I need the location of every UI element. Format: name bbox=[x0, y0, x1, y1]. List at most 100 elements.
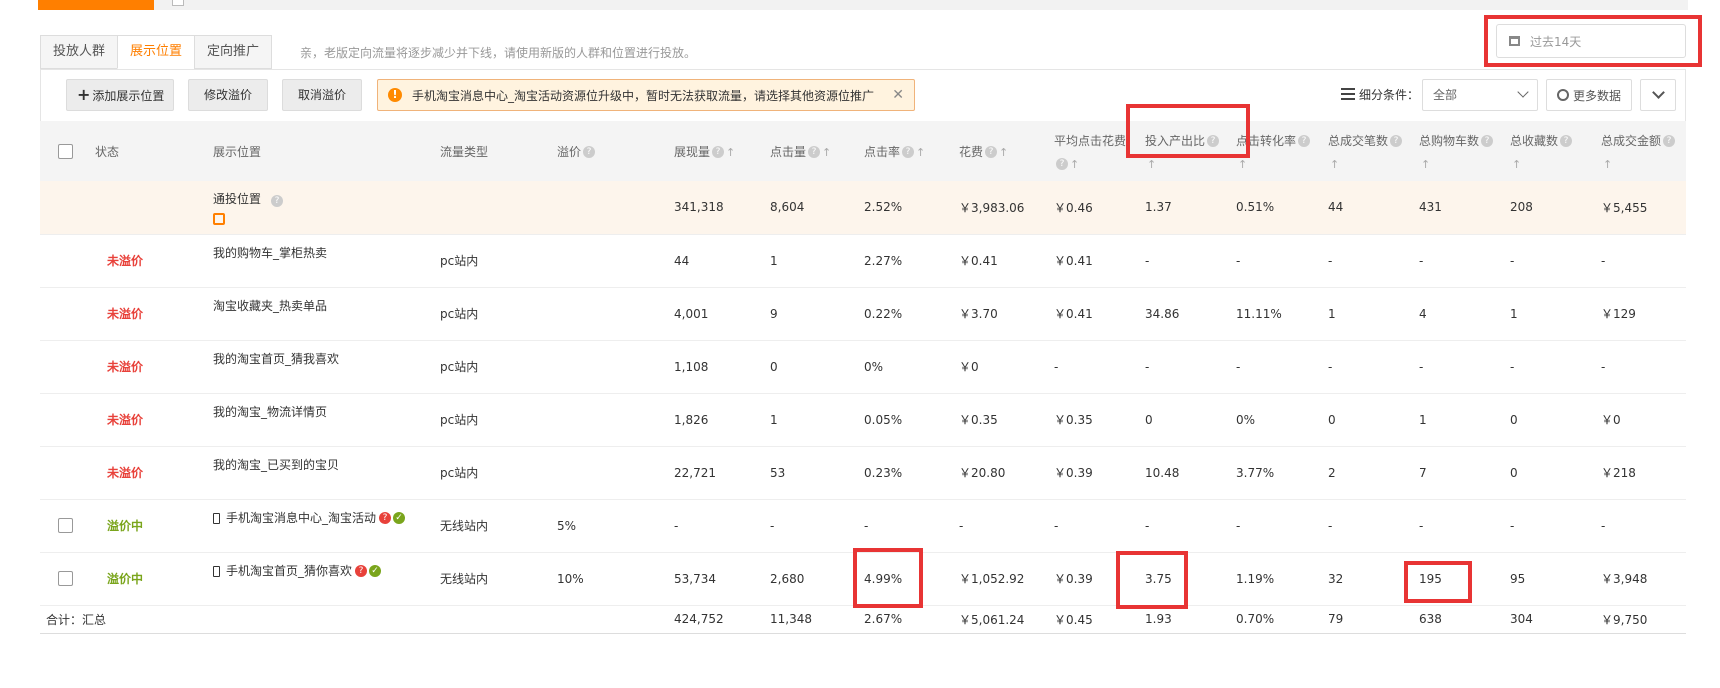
orders-cell: - bbox=[1328, 518, 1333, 533]
help-icon[interactable]: ? bbox=[1207, 135, 1220, 147]
revenue-cell: ￥218 bbox=[1601, 466, 1636, 480]
tab-audience[interactable]: 投放人群 bbox=[40, 35, 119, 69]
more-data-button[interactable]: 更多数据 bbox=[1546, 79, 1632, 111]
toolbar: + 添加展示位置 修改溢价 取消溢价 ! 手机淘宝消息中心_淘宝活动资源位升级中，… bbox=[40, 69, 1686, 121]
help-icon[interactable]: ? bbox=[808, 146, 821, 158]
tab-targeting[interactable]: 定向推广 bbox=[194, 35, 273, 69]
close-icon[interactable]: ✕ bbox=[892, 87, 904, 103]
sort-up-icon[interactable]: ↑ bbox=[1512, 158, 1521, 171]
cvr-cell: 11.11% bbox=[1236, 306, 1282, 321]
tab-bar: 投放人群 展示位置 定向推广 bbox=[40, 35, 273, 69]
sort-up-icon[interactable]: ↑ bbox=[822, 146, 831, 159]
premium-cell[interactable]: 5% bbox=[551, 499, 668, 552]
clicks-cell: 0 bbox=[770, 359, 778, 374]
checkbox-cell bbox=[40, 552, 89, 605]
help-icon[interactable]: ? bbox=[712, 146, 725, 158]
premium-cell[interactable]: 10% bbox=[551, 552, 668, 605]
sort-up-icon[interactable]: ↑ bbox=[1238, 158, 1247, 171]
carts-cell: 4 bbox=[1419, 306, 1427, 321]
ctr-cell: 2.27% bbox=[864, 253, 903, 268]
date-range-value: 过去14天 bbox=[1530, 34, 1582, 49]
impressions-cell: 22,721 bbox=[674, 465, 716, 480]
table-row: 未溢价 我的淘宝首页_猜我喜欢 pc站内 1,108 0 0% ￥0 - - -… bbox=[40, 340, 1686, 393]
place-cell: 我的购物车_掌柜热卖 bbox=[213, 245, 328, 260]
header-ctr[interactable]: 点击率? ↑ bbox=[858, 121, 953, 181]
header-carts-label: 总购物车数 bbox=[1419, 133, 1480, 148]
sort-up-icon[interactable]: ↑ bbox=[1421, 158, 1430, 171]
header-status: 状态 bbox=[95, 144, 120, 159]
cost-cell: ￥20.80 bbox=[959, 466, 1006, 480]
help-icon[interactable]: ? bbox=[1056, 158, 1068, 170]
header-carts[interactable]: 总购物车数? ↑ bbox=[1413, 121, 1504, 181]
favorites-cell: 95 bbox=[1510, 571, 1526, 586]
check-icon: ✓ bbox=[369, 565, 382, 577]
row-checkbox[interactable] bbox=[58, 518, 73, 533]
help-icon[interactable]: ? bbox=[985, 146, 998, 158]
sort-up-icon[interactable]: ↑ bbox=[1147, 158, 1156, 171]
help-icon[interactable]: ? bbox=[1390, 135, 1403, 147]
help-icon[interactable]: ? bbox=[355, 565, 368, 577]
filter-select[interactable]: 全部 bbox=[1422, 79, 1538, 111]
clicks-cell: 9 bbox=[770, 306, 778, 321]
header-cost[interactable]: 花费? ↑ bbox=[953, 121, 1048, 181]
header-ctr-label: 点击率 bbox=[864, 144, 901, 159]
add-placement-button[interactable]: + 添加展示位置 bbox=[66, 79, 174, 111]
top-bar bbox=[0, 0, 1720, 12]
sort-up-icon[interactable]: ↑ bbox=[1603, 158, 1612, 171]
header-revenue[interactable]: 总成交金额? ↑ bbox=[1595, 121, 1686, 181]
header-cpc[interactable]: 平均点击花费? ↑ bbox=[1048, 121, 1139, 181]
revenue-cell: - bbox=[1601, 253, 1606, 268]
table-row: 通投位置? 341,318 8,604 2.52% ￥3,983.06 ￥0.4… bbox=[40, 181, 1686, 234]
notice-text: 亲，老版定向流量将逐步减少并下线，请使用新版的人群和位置进行投放。 bbox=[300, 46, 697, 60]
header-favorites[interactable]: 总收藏数? ↑ bbox=[1504, 121, 1595, 181]
header-cost-label: 花费 bbox=[959, 144, 984, 159]
sort-up-icon[interactable]: ↑ bbox=[916, 146, 925, 159]
sort-up-icon[interactable]: ↑ bbox=[1070, 158, 1079, 171]
status-cell: 溢价中 bbox=[107, 572, 144, 586]
help-icon[interactable]: ? bbox=[1663, 135, 1676, 147]
revenue-cell: ￥5,455 bbox=[1601, 200, 1648, 215]
help-icon[interactable]: ? bbox=[379, 512, 392, 524]
help-icon[interactable]: ? bbox=[1481, 135, 1494, 147]
cancel-premium-button[interactable]: 取消溢价 bbox=[282, 79, 362, 111]
expand-button[interactable] bbox=[1640, 79, 1676, 111]
sort-up-icon[interactable]: ↑ bbox=[1330, 158, 1339, 171]
header-roi[interactable]: 投入产出比? ↑ bbox=[1139, 121, 1230, 181]
carts-cell: 7 bbox=[1419, 465, 1427, 480]
modify-premium-button[interactable]: 修改溢价 bbox=[188, 79, 268, 111]
sort-up-icon[interactable]: ↑ bbox=[726, 146, 735, 159]
favorites-cell: 0 bbox=[1510, 465, 1518, 480]
help-icon[interactable]: ? bbox=[583, 146, 596, 158]
favorites-cell: 0 bbox=[1510, 412, 1518, 427]
help-icon[interactable]: ? bbox=[902, 146, 915, 158]
active-top-tab[interactable] bbox=[38, 0, 154, 10]
add-placement-label: 添加展示位置 bbox=[92, 89, 165, 103]
orders-cell: 0 bbox=[1328, 412, 1336, 427]
flow-cell bbox=[434, 181, 551, 234]
status-cell: 未溢价 bbox=[107, 360, 144, 374]
header-place: 展示位置 bbox=[213, 144, 262, 159]
header-orders[interactable]: 总成交笔数? ↑ bbox=[1322, 121, 1413, 181]
orders-cell: - bbox=[1328, 359, 1333, 374]
help-icon[interactable]: ? bbox=[1560, 135, 1573, 147]
tab-placement[interactable]: 展示位置 bbox=[117, 35, 196, 69]
premium-cell bbox=[551, 287, 668, 340]
select-all-checkbox[interactable] bbox=[58, 143, 73, 159]
top-checkbox[interactable] bbox=[172, 0, 184, 6]
row-checkbox[interactable] bbox=[58, 571, 73, 586]
revenue-cell: ￥129 bbox=[1601, 307, 1636, 321]
help-icon[interactable]: ? bbox=[271, 195, 284, 207]
header-premium: 溢价? bbox=[551, 121, 668, 181]
header-cvr[interactable]: 点击转化率? ↑ bbox=[1230, 121, 1322, 181]
cpc-cell: ￥0.41 bbox=[1054, 307, 1093, 321]
sort-up-icon[interactable]: ↑ bbox=[999, 146, 1008, 159]
place-cell: 手机淘宝消息中心_淘宝活动? ✓ bbox=[207, 499, 434, 552]
header-impressions[interactable]: 展现量? ↑ bbox=[668, 121, 764, 181]
cpc-cell: ￥0.35 bbox=[1054, 413, 1093, 427]
help-icon[interactable]: ? bbox=[1298, 135, 1311, 147]
date-range-picker[interactable]: 过去14天 bbox=[1496, 24, 1686, 58]
clicks-cell: 1 bbox=[770, 253, 778, 268]
cpc-cell: - bbox=[1054, 359, 1059, 374]
header-clicks[interactable]: 点击量? ↑ bbox=[764, 121, 858, 181]
cost-cell: ￥1,052.92 bbox=[959, 572, 1025, 586]
